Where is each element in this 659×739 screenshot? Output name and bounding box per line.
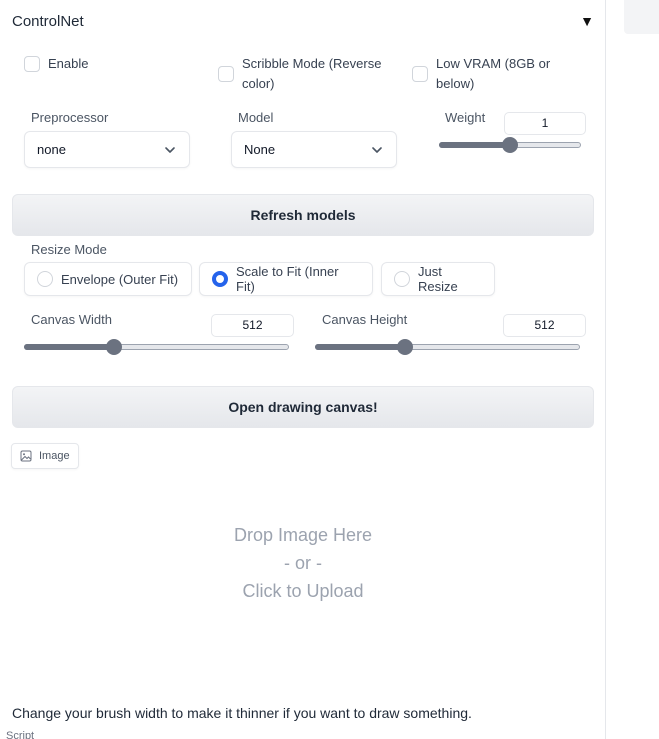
slider-thumb[interactable] bbox=[502, 137, 518, 153]
weight-slider[interactable] bbox=[439, 137, 581, 153]
preprocessor-label: Preprocessor bbox=[31, 110, 109, 125]
resize-option-just-resize[interactable]: Just Resize bbox=[381, 262, 495, 296]
model-label: Model bbox=[238, 110, 274, 125]
collapse-toggle-icon[interactable]: ▼ bbox=[580, 13, 594, 29]
canvas-width-slider[interactable] bbox=[24, 339, 289, 355]
canvas-height-number-input[interactable]: 512 bbox=[503, 314, 586, 337]
model-value: None bbox=[244, 142, 276, 157]
radio-scale-to-fit[interactable] bbox=[212, 271, 228, 287]
brush-hint-text: Change your brush width to make it thinn… bbox=[12, 705, 472, 721]
radio-envelope[interactable] bbox=[37, 271, 53, 287]
resize-option-envelope[interactable]: Envelope (Outer Fit) bbox=[24, 262, 192, 296]
panel-title: ControlNet bbox=[12, 12, 84, 30]
dropzone-upload-text: Click to Upload bbox=[242, 581, 364, 601]
scribble-checkbox-row[interactable]: Scribble Mode (Reverse color) bbox=[218, 54, 381, 94]
enable-checkbox[interactable] bbox=[24, 56, 40, 72]
enable-checkbox-row[interactable]: Enable bbox=[24, 54, 88, 74]
lowvram-checkbox-row[interactable]: Low VRAM (8GB or below) bbox=[412, 54, 550, 94]
right-column bbox=[607, 0, 659, 739]
chevron-down-icon bbox=[165, 146, 175, 153]
canvas-width-label: Canvas Width bbox=[31, 312, 112, 327]
lowvram-checkbox[interactable] bbox=[412, 66, 428, 82]
slider-fill bbox=[315, 344, 406, 350]
image-tab: Image bbox=[11, 443, 79, 469]
panel-header[interactable]: ControlNet ▼ bbox=[12, 10, 594, 32]
controlnet-panel: ControlNet ▼ Enable Scribble Mode (Rever… bbox=[0, 0, 606, 739]
weight-label: Weight bbox=[445, 110, 486, 125]
lowvram-label: Low VRAM (8GB or below) bbox=[436, 56, 551, 91]
slider-thumb[interactable] bbox=[397, 339, 414, 355]
slider-thumb[interactable] bbox=[106, 339, 123, 355]
slider-fill bbox=[24, 344, 115, 350]
chevron-down-icon bbox=[372, 146, 382, 153]
canvas-height-slider[interactable] bbox=[315, 339, 580, 355]
right-column-chip bbox=[624, 0, 659, 34]
dropzone-separator: - or - bbox=[284, 553, 322, 573]
canvas-height-label: Canvas Height bbox=[322, 312, 408, 327]
open-drawing-canvas-button[interactable]: Open drawing canvas! bbox=[12, 386, 594, 428]
model-select[interactable]: None bbox=[231, 131, 397, 168]
resize-option-label: Scale to Fit (Inner Fit) bbox=[236, 264, 339, 294]
script-label: Script bbox=[6, 730, 35, 739]
scribble-label: Scribble Mode (Reverse color) bbox=[242, 56, 382, 91]
radio-just-resize[interactable] bbox=[394, 271, 410, 287]
slider-fill bbox=[439, 142, 510, 148]
resize-option-label: Envelope (Outer Fit) bbox=[61, 271, 179, 287]
scribble-checkbox[interactable] bbox=[218, 66, 234, 82]
image-tab-label: Image bbox=[39, 450, 70, 462]
resize-option-label: Just Resize bbox=[418, 264, 458, 294]
enable-label: Enable bbox=[48, 56, 89, 71]
dropzone-text: Drop Image Here bbox=[233, 525, 373, 545]
preprocessor-select[interactable]: none bbox=[24, 131, 190, 168]
refresh-models-button[interactable]: Refresh models bbox=[12, 194, 594, 236]
resize-option-scale-to-fit[interactable]: Scale to Fit (Inner Fit) bbox=[199, 262, 373, 296]
resize-mode-label: Resize Mode bbox=[31, 242, 107, 257]
weight-number-input[interactable]: 1 bbox=[504, 112, 586, 135]
preprocessor-value: none bbox=[37, 142, 66, 157]
image-dropzone[interactable]: Drop Image Here - or - Click to Upload bbox=[12, 475, 594, 695]
image-icon bbox=[20, 450, 32, 462]
canvas-width-number-input[interactable]: 512 bbox=[211, 314, 294, 337]
